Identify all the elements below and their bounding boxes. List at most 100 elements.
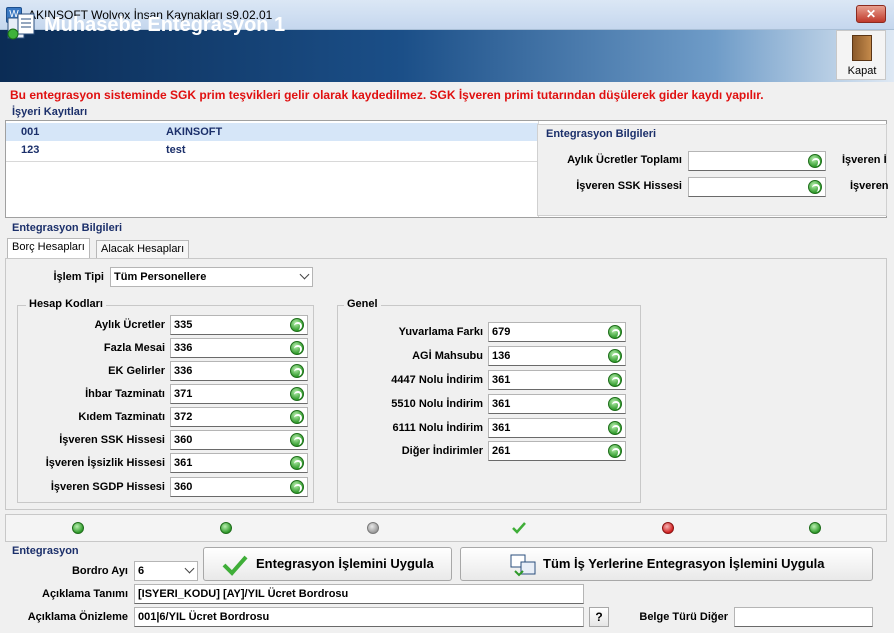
integration-title: Entegrasyon Bilgileri: [12, 222, 123, 234]
document-type-field[interactable]: [734, 607, 873, 627]
check-icon: [222, 555, 248, 576]
edit-record-icon[interactable]: [367, 522, 379, 534]
account-field[interactable]: 360: [170, 430, 308, 450]
lookup-icon[interactable]: [290, 410, 304, 424]
lookup-icon[interactable]: [290, 341, 304, 355]
account-label: İşveren SGDP Hissesi: [50, 481, 165, 493]
chevron-down-icon: [184, 563, 195, 574]
general-label: 4447 Nolu İndirim: [391, 374, 483, 386]
records-title: İşyeri Kayıtları: [12, 106, 88, 118]
record-name: test: [166, 144, 186, 156]
row-divider: [6, 161, 538, 162]
record-row[interactable]: 123 test: [6, 141, 538, 159]
lookup-icon[interactable]: [808, 180, 822, 194]
general-label: 6111 Nolu İndirim: [392, 422, 483, 434]
account-field[interactable]: 336: [170, 338, 308, 358]
lookup-icon[interactable]: [290, 364, 304, 378]
record-navigator: [5, 514, 887, 542]
help-button[interactable]: ?: [589, 607, 609, 627]
account-label: Aylık Ücretler: [94, 319, 165, 331]
lookup-icon[interactable]: [290, 318, 304, 332]
general-title: Genel: [344, 298, 381, 310]
payroll-month-select[interactable]: 6: [134, 561, 198, 581]
close-page-label: Kapat: [847, 65, 877, 77]
description-field[interactable]: [ISYERI_KODU] [AY]/YIL Ücret Bordrosu: [134, 584, 584, 604]
employer-ssk-share-field[interactable]: [688, 177, 826, 197]
account-field[interactable]: 372: [170, 407, 308, 427]
chevron-down-icon: [299, 269, 310, 280]
lookup-icon[interactable]: [290, 456, 304, 470]
warning-text: Bu entegrasyon sisteminde SGK prim teşvi…: [10, 88, 764, 102]
payroll-month-value: 6: [138, 565, 145, 577]
apply-integration-label: Entegrasyon İşlemini Uygula: [256, 556, 434, 571]
integration-icon: [7, 13, 35, 40]
general-field[interactable]: 136: [488, 346, 626, 366]
lookup-icon[interactable]: [608, 325, 622, 339]
preview-field[interactable]: 001|6/YIL Ücret Bordrosu: [134, 607, 584, 627]
general-field[interactable]: 679: [488, 322, 626, 342]
refresh-icon[interactable]: [809, 522, 821, 534]
account-label: Kıdem Tazminatı: [78, 411, 165, 423]
employer-ssk-share-label: İşveren SSK Hissesi: [576, 180, 682, 192]
monthly-wages-total-field[interactable]: [688, 151, 826, 171]
general-label: Diğer İndirimler: [401, 445, 483, 457]
account-label: EK Gelirler: [108, 365, 165, 377]
integration-info-title: Entegrasyon Bilgileri: [546, 128, 657, 140]
account-field[interactable]: 361: [170, 453, 308, 473]
lookup-icon[interactable]: [608, 397, 622, 411]
apply-all-workplaces-button[interactable]: Tüm İş Yerlerine Entegrasyon İşlemini Uy…: [460, 547, 873, 581]
apply-integration-button[interactable]: Entegrasyon İşlemini Uygula: [203, 547, 452, 581]
add-record-icon[interactable]: [220, 522, 232, 534]
record-code: 123: [21, 144, 40, 156]
employer-partial-label: İşveren: [850, 180, 889, 192]
tab-borc-hesaplari[interactable]: Borç Hesapları: [7, 238, 90, 258]
door-icon: [852, 35, 872, 61]
lookup-icon[interactable]: [608, 349, 622, 363]
delete-record-icon[interactable]: [662, 522, 674, 534]
description-label: Açıklama Tanımı: [42, 588, 128, 600]
transfer-icon: [510, 554, 536, 577]
first-record-icon[interactable]: [72, 522, 84, 534]
general-label: 5510 Nolu İndirim: [391, 398, 483, 410]
payroll-month-label: Bordro Ayı: [71, 565, 128, 577]
lookup-icon[interactable]: [290, 387, 304, 401]
general-label: AGİ Mahsubu: [412, 350, 483, 362]
apply-all-workplaces-label: Tüm İş Yerlerine Entegrasyon İşlemini Uy…: [543, 556, 825, 571]
document-type-label: Belge Türü Diğer: [639, 611, 728, 623]
close-page-button[interactable]: Kapat: [836, 30, 886, 80]
bottom-integration-title: Entegrasyon: [12, 545, 79, 557]
lookup-icon[interactable]: [290, 480, 304, 494]
general-field[interactable]: 361: [488, 418, 626, 438]
record-code: 001: [21, 126, 40, 138]
window-close-button[interactable]: ✕: [856, 5, 886, 23]
lookup-icon[interactable]: [608, 444, 622, 458]
general-field[interactable]: 261: [488, 441, 626, 461]
preview-label: Açıklama Önizleme: [27, 611, 128, 623]
account-field[interactable]: 336: [170, 361, 308, 381]
lookup-icon[interactable]: [608, 373, 622, 387]
lookup-icon[interactable]: [290, 433, 304, 447]
general-field[interactable]: 361: [488, 394, 626, 414]
process-type-select[interactable]: Tüm Personellere: [110, 267, 313, 287]
process-type-value: Tüm Personellere: [114, 271, 207, 283]
tab-alacak-hesaplari[interactable]: Alacak Hesapları: [96, 240, 190, 258]
account-label: İşveren İşsizlik Hissesi: [45, 457, 165, 469]
confirm-icon[interactable]: [512, 521, 526, 535]
lookup-icon[interactable]: [608, 421, 622, 435]
record-row[interactable]: 001 AKINSOFT: [6, 123, 538, 141]
employer-partial-label: İşveren İ: [842, 154, 887, 166]
lookup-icon[interactable]: [808, 154, 822, 168]
process-type-label: İşlem Tipi: [53, 271, 104, 283]
account-label: İşveren SSK Hissesi: [59, 434, 165, 446]
general-field[interactable]: 361: [488, 370, 626, 390]
account-field[interactable]: 360: [170, 477, 308, 497]
header-banner: [0, 30, 894, 82]
account-label: Fazla Mesai: [103, 342, 165, 354]
account-label: İhbar Tazminatı: [85, 388, 165, 400]
account-field[interactable]: 371: [170, 384, 308, 404]
account-codes-title: Hesap Kodları: [26, 298, 106, 310]
monthly-wages-total-label: Aylık Ücretler Toplamı: [567, 154, 682, 166]
record-name: AKINSOFT: [166, 126, 223, 138]
general-label: Yuvarlama Farkı: [398, 326, 483, 338]
account-field[interactable]: 335: [170, 315, 308, 335]
